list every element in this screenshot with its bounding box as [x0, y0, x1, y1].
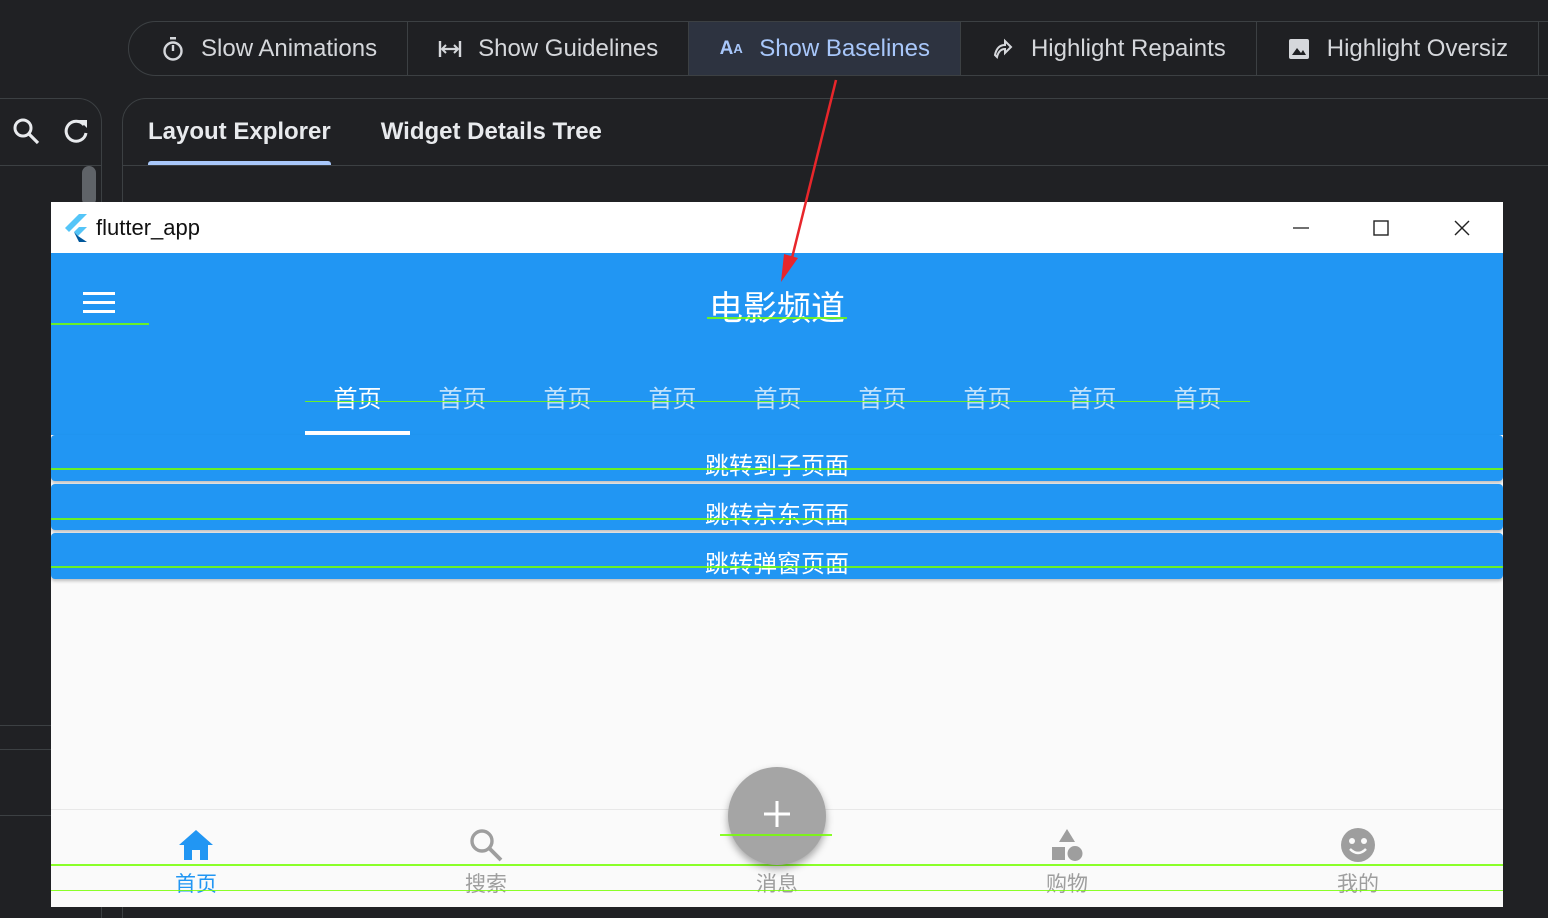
slow-animations-button[interactable]: Slow Animations: [129, 22, 409, 75]
minimize-button[interactable]: [1281, 212, 1321, 244]
close-button[interactable]: [1442, 212, 1482, 244]
page-title: 电影频道: [709, 289, 845, 329]
tab-home-1[interactable]: 首页: [305, 373, 410, 435]
goto-jd-button[interactable]: 跳转京东页面: [51, 484, 1503, 530]
show-guidelines-button[interactable]: Show Guidelines: [408, 22, 690, 75]
highlight-repaints-label: Highlight Repaints: [1030, 34, 1226, 62]
baselines-icon: AA: [719, 37, 743, 59]
add-fab-button[interactable]: [728, 767, 826, 865]
guidelines-icon: [438, 37, 462, 61]
slow-animations-label: Slow Animations: [201, 34, 378, 62]
app-bar: 电影频道 首页 首页 首页 首页 首页 首页 首页 首页 首页: [51, 253, 1503, 435]
category-icon: [922, 826, 1212, 864]
flutter-app-window: flutter_app 电影频道 首页 首页 首页 首页 首页 首页 首页 首页…: [51, 202, 1503, 907]
devtools-tabs: Layout Explorer Widget Details Tree: [148, 100, 652, 166]
bottom-nav-search-label: 搜索: [465, 872, 507, 896]
devtools-toolbar: Slow Animations Show Guidelines AA Show …: [128, 21, 1548, 76]
bottom-nav-messages-label: 消息: [756, 872, 798, 896]
baseline-marker: [51, 468, 1503, 470]
tab-home-8[interactable]: 首页: [1040, 373, 1145, 435]
bottom-nav-home-label: 首页: [175, 872, 217, 896]
tab-home-4[interactable]: 首页: [620, 373, 725, 435]
highlight-oversized-button[interactable]: Highlight Oversiz: [1257, 22, 1540, 75]
tab-home-9[interactable]: 首页: [1145, 373, 1250, 435]
maximize-button[interactable]: [1361, 212, 1401, 244]
tab-widget-details-tree[interactable]: Widget Details Tree: [381, 100, 602, 166]
flutter-logo-icon: [64, 213, 92, 242]
bottom-nav-home[interactable]: 首页: [51, 826, 341, 898]
bottom-nav-profile-label: 我的: [1337, 872, 1379, 896]
baseline-marker: [305, 401, 1250, 402]
face-icon: [1213, 826, 1503, 864]
scrollbar-thumb[interactable]: [82, 166, 96, 206]
top-tab-bar: 首页 首页 首页 首页 首页 首页 首页 首页 首页: [305, 373, 1250, 435]
goto-subpage-button[interactable]: 跳转到子页面: [51, 435, 1503, 481]
repaint-icon: [991, 37, 1015, 61]
bottom-nav-search[interactable]: 搜索: [341, 826, 631, 898]
goto-dialog-button[interactable]: 跳转弹窗页面: [51, 533, 1503, 579]
tabs-divider: [122, 165, 1548, 166]
bottom-nav-profile[interactable]: 我的: [1213, 826, 1503, 898]
show-guidelines-label: Show Guidelines: [478, 34, 659, 62]
window-title: flutter_app: [96, 214, 200, 240]
tab-home-3[interactable]: 首页: [515, 373, 620, 435]
refresh-icon[interactable]: [61, 116, 91, 146]
baseline-marker: [51, 890, 1503, 891]
tab-home-2[interactable]: 首页: [410, 373, 515, 435]
baseline-marker: [51, 566, 1503, 568]
baseline-marker: [720, 834, 832, 836]
home-icon: [51, 826, 341, 864]
window-titlebar: flutter_app: [51, 202, 1503, 253]
tab-home-5[interactable]: 首页: [725, 373, 830, 435]
timer-icon: [161, 36, 185, 61]
search-icon: [341, 826, 631, 864]
bottom-nav-shopping[interactable]: 购物: [922, 826, 1212, 898]
show-baselines-button[interactable]: AA Show Baselines: [689, 22, 961, 75]
tab-home-6[interactable]: 首页: [830, 373, 935, 435]
plus-icon: [763, 800, 791, 833]
tab-home-7[interactable]: 首页: [935, 373, 1040, 435]
image-icon: [1287, 37, 1311, 61]
search-icon[interactable]: [11, 116, 41, 146]
bottom-nav-shopping-label: 购物: [1046, 872, 1088, 896]
baseline-marker: [51, 518, 1503, 520]
tab-layout-explorer[interactable]: Layout Explorer: [148, 100, 331, 166]
show-baselines-label: Show Baselines: [759, 34, 930, 62]
baseline-marker: [707, 317, 847, 319]
highlight-repaints-button[interactable]: Highlight Repaints: [961, 22, 1257, 75]
highlight-oversized-label: Highlight Oversiz: [1326, 34, 1509, 62]
